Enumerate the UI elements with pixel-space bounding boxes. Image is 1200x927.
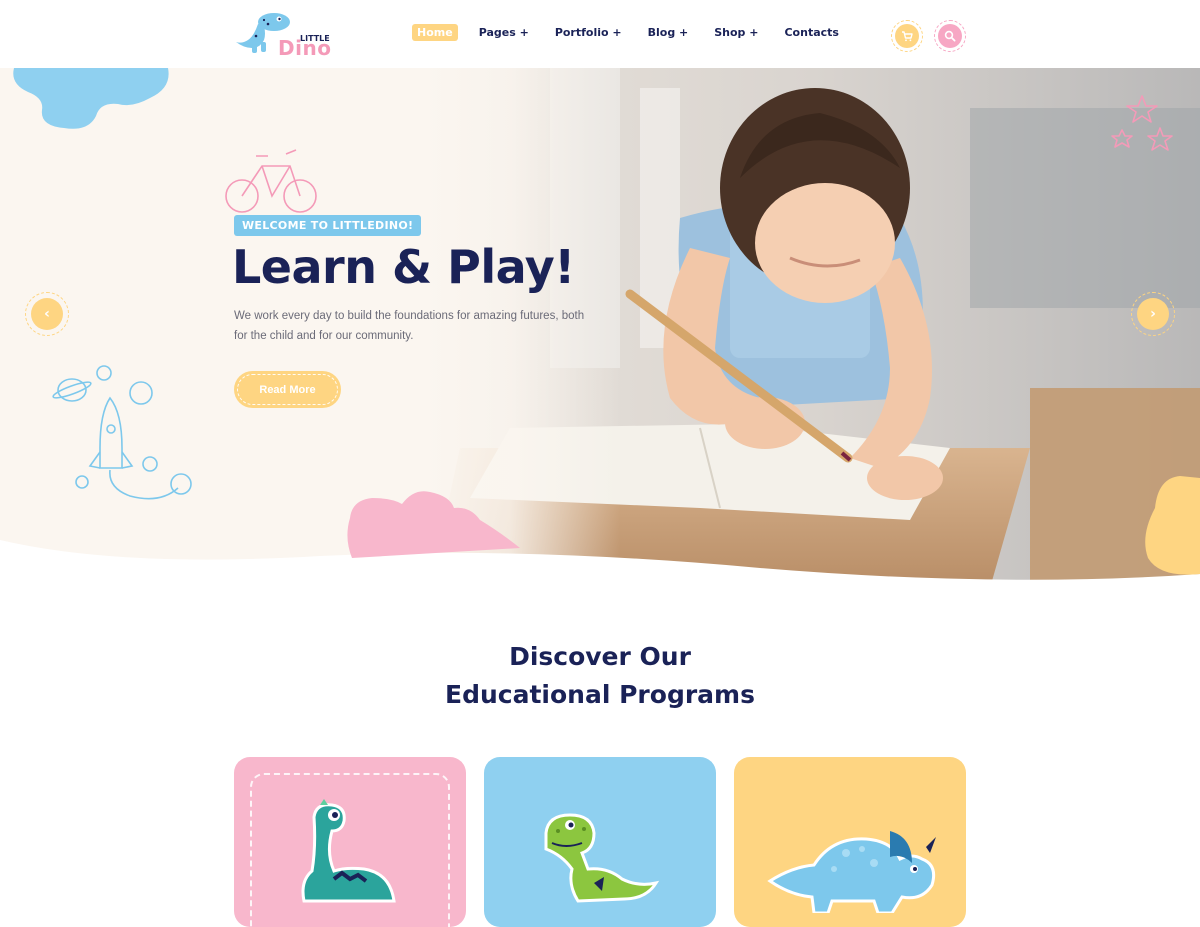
site-logo[interactable]: LITTLE Dino [234,10,334,60]
hero-decor [0,68,1200,588]
site-header: LITTLE Dino Home Pages + Portfolio + Blo… [0,0,1200,68]
program-card[interactable] [484,757,716,927]
main-nav: Home Pages + Portfolio + Blog + Shop + C… [412,24,860,41]
nav-item-home[interactable]: Home [412,24,458,41]
nav-item-blog[interactable]: Blog + [643,24,694,41]
programs-title-line2: Educational Programs [441,676,759,714]
read-more-button[interactable]: Read More [234,371,341,408]
hero-title: Learn & Play! [232,240,575,294]
programs-title-line1: Discover Our [505,638,695,676]
long-neck-dino-icon [301,799,396,903]
programs-heading: Discover Our Educational Programs [0,638,1200,714]
nav-item-shop[interactable]: Shop + [709,24,763,41]
programs-title-line2-text: Educational Programs [445,680,755,709]
nav-item-pages[interactable]: Pages + [474,24,534,41]
trex-dino-icon [544,813,660,903]
nav-item-contacts[interactable]: Contacts [779,24,843,41]
program-card[interactable] [234,757,466,927]
cart-button[interactable] [891,20,923,52]
slider-next-button[interactable]: › [1131,292,1175,336]
prev-ring [25,292,69,336]
search-ring [934,20,966,52]
search-button[interactable] [934,20,966,52]
programs-title-line1-text: Discover Our [509,642,691,671]
program-card[interactable] [734,757,966,927]
logo-text-big: Dino [278,36,332,60]
hero-badge: WELCOME TO LITTLEDINO! [234,215,422,236]
cart-ring [891,20,923,52]
hero-description: We work every day to build the foundatio… [234,310,585,342]
nav-item-portfolio[interactable]: Portfolio + [550,24,627,41]
next-ring [1131,292,1175,336]
hero-slider: WELCOME TO LITTLEDINO! Learn & Play! We … [0,68,1200,588]
slider-prev-button[interactable]: ‹ [25,292,69,336]
